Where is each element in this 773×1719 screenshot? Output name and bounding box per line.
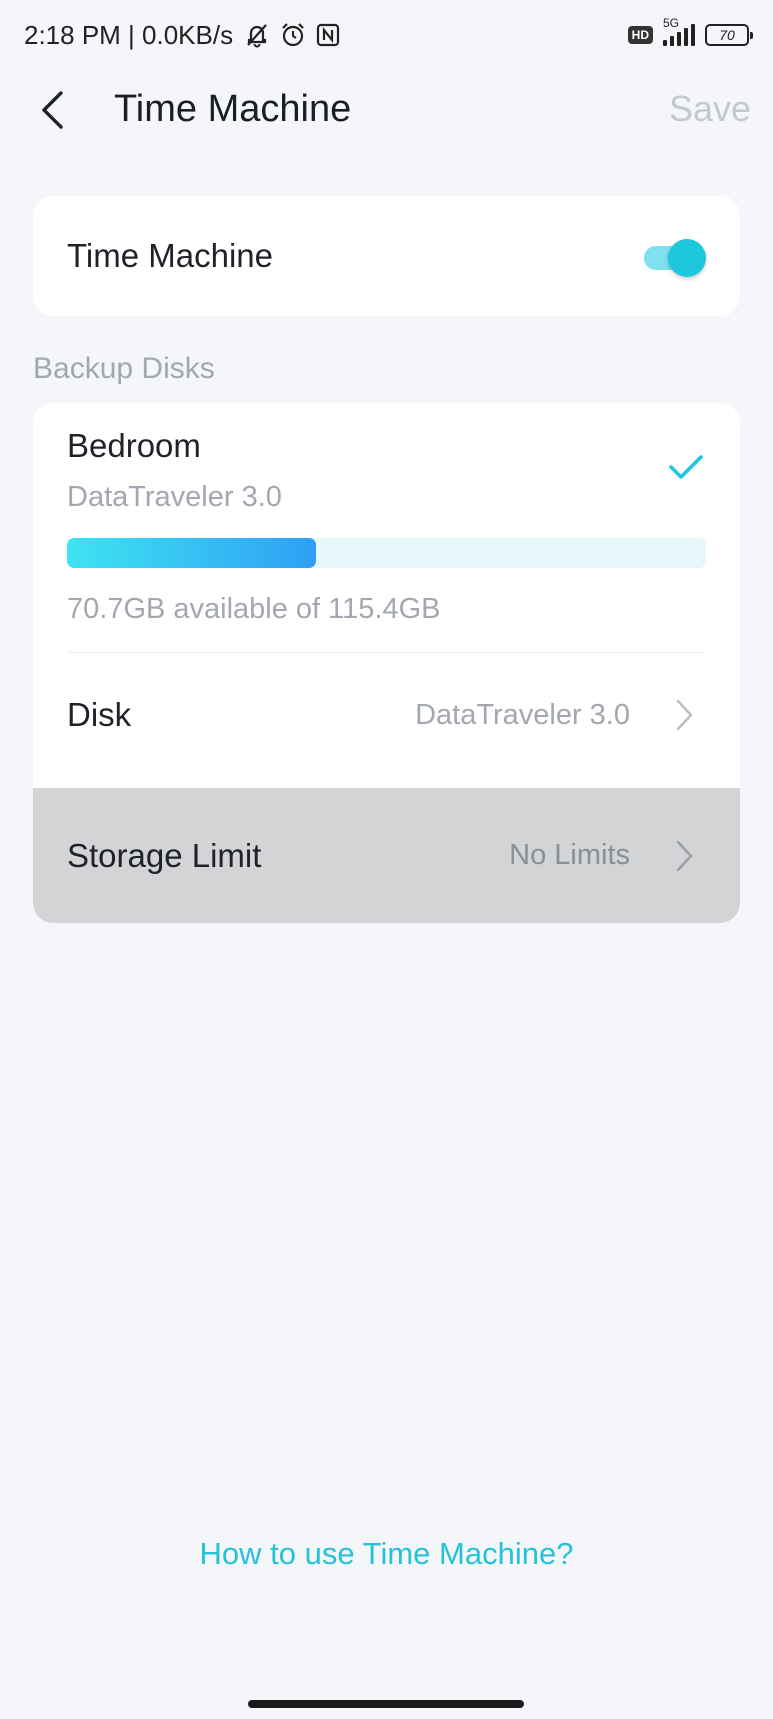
disk-model: DataTraveler 3.0 <box>67 481 282 513</box>
status-left: 2:18 PM | 0.0KB/s <box>24 20 341 51</box>
storage-progress-fill <box>67 538 317 568</box>
network-type: 5G <box>663 16 680 30</box>
hd-badge: HD <box>627 26 653 44</box>
save-button[interactable]: Save <box>669 88 751 130</box>
backup-disk-card: Bedroom DataTraveler 3.0 70.7GB availabl… <box>33 403 740 923</box>
toggle-knob <box>668 239 706 277</box>
signal-bar <box>691 24 695 46</box>
status-icons <box>243 21 341 49</box>
capacity-text: 70.7GB available of 115.4GB <box>67 593 441 625</box>
storage-limit-row[interactable]: Storage Limit No Limits <box>33 788 740 923</box>
signal-bar <box>670 36 674 46</box>
disk-row[interactable]: Disk DataTraveler 3.0 <box>33 653 740 777</box>
section-label-backup-disks: Backup Disks <box>33 352 215 385</box>
time-machine-label: Time Machine <box>67 237 274 274</box>
alarm-icon <box>282 23 304 47</box>
signal-icon: 5G <box>663 16 695 46</box>
storage-progress-bar <box>67 538 706 568</box>
chevron-left-icon <box>42 91 63 129</box>
status-right: HD 5G 70 <box>627 16 753 46</box>
page-title: Time Machine <box>114 88 352 130</box>
time-machine-toggle[interactable] <box>642 237 706 277</box>
status-time: 2:18 PM | 0.0KB/s <box>24 19 234 50</box>
signal-bar <box>684 28 688 46</box>
screen: 2:18 PM | 0.0KB/s HD 5G 70 Time Machine … <box>0 0 773 1719</box>
muted-bell-icon <box>247 24 267 48</box>
home-indicator <box>248 1700 524 1708</box>
battery-level: 70 <box>719 27 735 43</box>
disk-name: Bedroom <box>67 427 201 464</box>
storage-limit-label: Storage Limit <box>67 836 262 874</box>
signal-bar <box>663 40 667 46</box>
time-machine-card: Time Machine <box>33 196 740 316</box>
disk-row-value: DataTraveler 3.0 <box>415 698 630 731</box>
header: Time Machine Save <box>0 70 773 150</box>
help-link[interactable]: How to use Time Machine? <box>0 1536 773 1572</box>
back-button[interactable] <box>30 88 74 132</box>
signal-bar <box>677 32 681 46</box>
chevron-right-icon <box>676 699 693 731</box>
storage-limit-value: No Limits <box>509 839 630 871</box>
check-icon <box>669 455 703 479</box>
disk-row-label: Disk <box>67 696 132 733</box>
battery-icon: 70 <box>705 24 753 46</box>
status-bar: 2:18 PM | 0.0KB/s HD 5G 70 <box>0 0 773 70</box>
nfc-icon <box>316 23 340 47</box>
chevron-right-icon <box>676 840 693 871</box>
